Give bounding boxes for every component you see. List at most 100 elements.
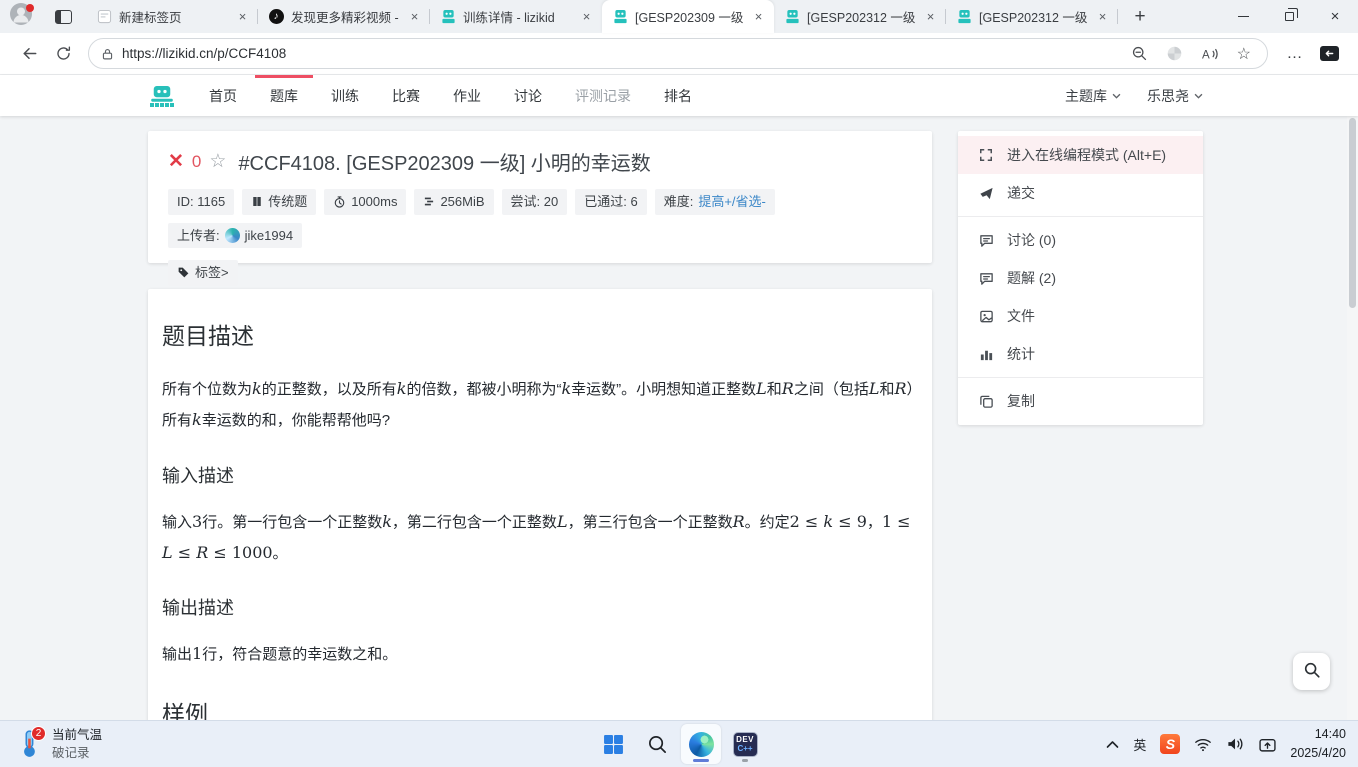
failed-count: 0 — [192, 152, 201, 172]
tab-gesp202312-a[interactable]: [GESP202312 一级] 小 × — [774, 0, 946, 33]
sidebar-item-label: 进入在线编程模式 (Alt+E) — [1007, 145, 1166, 165]
volume-icon[interactable] — [1226, 736, 1245, 752]
douyin-icon: ♪ — [268, 9, 284, 25]
tag-icon — [177, 266, 190, 279]
favorite-star-icon[interactable]: ☆ — [1237, 44, 1251, 64]
sidebar-item-files[interactable]: 文件 — [958, 297, 1203, 335]
weather-line1: 当前气温 — [52, 726, 102, 744]
tags-expander[interactable]: 标签> — [168, 260, 238, 286]
badge-type: 传统题 — [242, 189, 316, 215]
badge-tries: 尝试: 20 — [502, 189, 568, 215]
tab-title: [GESP202309 一级] 小 — [635, 7, 743, 26]
text-segment: L — [162, 543, 173, 562]
problem-header-card: ✕ 0 ☆ #CCF4108. [GESP202309 一级] 小明的幸运数 I… — [148, 131, 932, 263]
settings-more-button[interactable]: … — [1278, 37, 1312, 71]
sidebar-item-label: 讨论 (0) — [1007, 230, 1056, 250]
sidebar-item-submit[interactable]: 递交 — [958, 174, 1203, 212]
nav-item-homework[interactable]: 作业 — [453, 75, 481, 116]
read-aloud-icon[interactable]: A — [1201, 46, 1219, 62]
badge-difficulty: 难度: 提高+/省选- — [655, 189, 775, 215]
tab-title: [GESP202312 一级] 小 — [807, 7, 915, 26]
start-button[interactable] — [593, 724, 633, 764]
nav-item-records[interactable]: 评测记录 — [575, 75, 631, 116]
taskbar-center-icons: DEV C++ — [593, 724, 765, 764]
page-search-button[interactable] — [1293, 653, 1330, 690]
sogou-input-icon[interactable]: S — [1160, 734, 1180, 754]
browser-profile-button[interactable] — [6, 2, 36, 32]
zoom-out-icon[interactable] — [1131, 45, 1148, 62]
workspaces-button[interactable] — [46, 2, 80, 32]
text-segment: 1 — [192, 644, 202, 663]
wifi-icon[interactable] — [1194, 737, 1212, 752]
tab-title: [GESP202312 一级] 小 — [979, 7, 1087, 26]
taskbar-edge-button[interactable] — [681, 724, 721, 764]
site-logo[interactable] — [148, 85, 176, 107]
tab-close-icon[interactable]: × — [750, 8, 767, 25]
tab-new-tab-page[interactable]: 新建标签页 × — [86, 0, 258, 33]
text-segment: R — [733, 512, 745, 531]
pinwheel-extension-icon[interactable] — [1166, 45, 1183, 62]
sidebar-item-solutions[interactable]: 题解 (2) — [958, 259, 1203, 297]
text-segment: 2 ≤ — [790, 512, 824, 531]
tray-chevron-up-icon[interactable] — [1106, 740, 1119, 749]
domain-dropdown[interactable]: 主题库 — [1065, 86, 1121, 106]
close-button[interactable]: × — [1312, 0, 1358, 33]
sidebar-item-statistics[interactable]: 统计 — [958, 335, 1203, 373]
text-segment: 的正整数，以及所有 — [262, 381, 397, 398]
edge-sidebar-toggle-button[interactable] — [1312, 37, 1346, 71]
text-segment: L — [557, 512, 568, 531]
tab-close-icon[interactable]: × — [234, 8, 251, 25]
uploader-name-link[interactable]: jike1994 — [245, 228, 293, 244]
ime-language-indicator[interactable]: 英 — [1133, 735, 1146, 754]
tab-gesp202312-b[interactable]: [GESP202312 一级] 小 × — [946, 0, 1118, 33]
screen: 新建标签页 × ♪ 发现更多精彩视频 - 抖 × 训练详情 - lizikid … — [0, 0, 1358, 767]
taskbar-devcpp-button[interactable]: DEV C++ — [725, 724, 765, 764]
hardware-eject-icon[interactable] — [1259, 737, 1276, 752]
refresh-button[interactable] — [46, 37, 80, 71]
address-bar-input[interactable] — [114, 46, 1131, 61]
sidebar-item-label: 统计 — [1007, 344, 1035, 364]
nav-item-problems[interactable]: 题库 — [270, 75, 298, 116]
minimize-icon — [1238, 16, 1249, 17]
tab-training-detail[interactable]: 训练详情 - lizikid × — [430, 0, 602, 33]
sidebar-item-discussion[interactable]: 讨论 (0) — [958, 221, 1203, 259]
text-segment: ≤ — [173, 543, 197, 562]
scrollbar-thumb[interactable] — [1349, 118, 1356, 308]
new-tab-page-icon — [96, 9, 112, 25]
tab-close-icon[interactable]: × — [922, 8, 939, 25]
tab-douyin[interactable]: ♪ 发现更多精彩视频 - 抖 × — [258, 0, 430, 33]
comment-icon — [978, 271, 994, 286]
tab-close-icon[interactable]: × — [406, 8, 423, 25]
text-segment: k — [823, 512, 833, 531]
tab-close-icon[interactable]: × — [578, 8, 595, 25]
new-tab-button[interactable]: + — [1126, 3, 1154, 31]
badge-accepted: 已通过: 6 — [575, 189, 646, 215]
lizikid-favicon — [784, 9, 800, 25]
weather-widget[interactable]: 2 当前气温 破记录 — [10, 721, 110, 767]
lock-icon — [101, 47, 114, 61]
address-bar[interactable]: A ☆ — [88, 38, 1268, 69]
domain-dropdown-label: 主题库 — [1065, 86, 1107, 106]
nav-item-contests[interactable]: 比赛 — [392, 75, 420, 116]
page-scrollbar — [1347, 116, 1358, 720]
tab-close-icon[interactable]: × — [1094, 8, 1111, 25]
clock-date: 2025/4/20 — [1290, 744, 1346, 763]
tab-gesp202309-active[interactable]: [GESP202309 一级] 小 × — [602, 0, 774, 33]
book-icon — [251, 195, 263, 208]
nav-item-home[interactable]: 首页 — [209, 75, 237, 116]
favorite-star-icon[interactable]: ☆ — [209, 152, 226, 171]
user-dropdown[interactable]: 乐思尧 — [1147, 86, 1203, 106]
difficulty-link[interactable]: 提高+/省选- — [698, 194, 766, 210]
nav-item-discussion[interactable]: 讨论 — [514, 75, 542, 116]
restore-button[interactable] — [1266, 0, 1312, 33]
nav-item-training[interactable]: 训练 — [331, 75, 359, 116]
taskbar-search-button[interactable] — [637, 724, 677, 764]
taskbar-clock[interactable]: 14:40 2025/4/20 — [1290, 725, 1350, 763]
sidebar-item-online-ide[interactable]: 进入在线编程模式 (Alt+E) — [958, 136, 1203, 174]
back-button[interactable] — [12, 37, 46, 71]
fullscreen-expand-icon — [978, 148, 994, 162]
sidebar-item-copy[interactable]: 复制 — [958, 382, 1203, 420]
text-segment: ， — [867, 514, 882, 531]
minimize-button[interactable] — [1220, 0, 1266, 33]
nav-item-ranking[interactable]: 排名 — [664, 75, 692, 116]
